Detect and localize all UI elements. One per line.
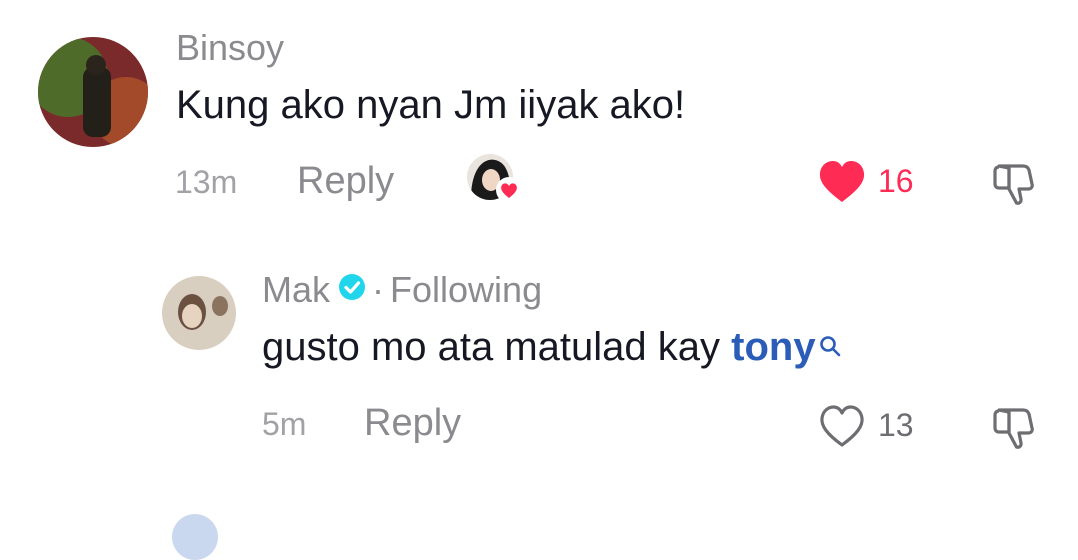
verified-badge-icon	[338, 269, 366, 309]
reply-button[interactable]: Reply	[364, 402, 461, 444]
thumbs-down-icon	[993, 408, 1034, 449]
reply-text-prefix: gusto mo ata matulad kay	[262, 325, 732, 369]
heart-icon	[819, 161, 865, 202]
replier-username[interactable]: Mak	[262, 269, 330, 310]
dislike-button[interactable]	[990, 157, 1042, 209]
separator-dot: ·	[372, 269, 385, 310]
replier-avatar[interactable]	[162, 276, 236, 350]
next-comment-avatar[interactable]	[172, 514, 218, 560]
reply-timestamp: 5m	[262, 406, 307, 442]
comment-text: Kung ako nyan Jm iiyak ako!	[176, 83, 686, 127]
search-mention-link[interactable]: tony	[731, 325, 815, 369]
commenter-avatar[interactable]	[38, 37, 148, 147]
like-count: 16	[878, 163, 914, 199]
dislike-button[interactable]	[990, 401, 1042, 453]
like-button[interactable]	[816, 400, 868, 452]
reply-text: gusto mo ata matulad kay tony	[262, 324, 842, 370]
reply-button[interactable]: Reply	[297, 160, 394, 202]
commenter-username[interactable]: Binsoy	[176, 28, 284, 68]
following-label: Following	[390, 269, 543, 310]
replier-username-row: Mak · Following	[262, 270, 542, 310]
heart-icon	[820, 405, 864, 447]
like-button[interactable]	[816, 156, 868, 208]
like-count: 13	[878, 407, 914, 443]
thumbs-down-icon	[993, 164, 1034, 205]
search-icon[interactable]	[818, 322, 842, 368]
comment-timestamp: 13m	[175, 164, 238, 200]
creator-liked-badge	[467, 154, 527, 206]
heart-icon	[495, 176, 523, 204]
